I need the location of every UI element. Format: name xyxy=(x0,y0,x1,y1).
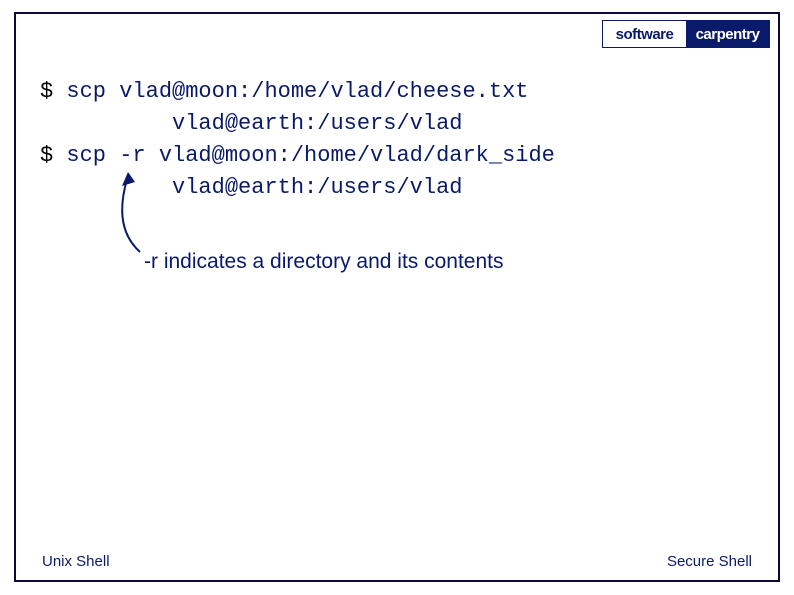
slide-frame: software carpentry $ scp vlad@moon:/home… xyxy=(14,12,780,582)
command-line-2: vlad@earth:/users/vlad xyxy=(40,108,740,140)
annotation-text: -r indicates a directory and its content… xyxy=(144,250,504,274)
logo-left-text: software xyxy=(603,21,686,47)
command-line-3: $ scp -r vlad@moon:/home/vlad/dark_side xyxy=(40,140,740,172)
logo-right-text: carpentry xyxy=(686,21,769,47)
prompt-1: $ xyxy=(40,79,53,104)
cmd-1: scp vlad@moon:/home/vlad/cheese.txt xyxy=(53,79,528,104)
command-line-1: $ scp vlad@moon:/home/vlad/cheese.txt xyxy=(40,76,740,108)
cmd-2: vlad@earth:/users/vlad xyxy=(40,111,462,136)
prompt-2: $ xyxy=(40,143,53,168)
footer-right: Secure Shell xyxy=(667,553,752,570)
logo: software carpentry xyxy=(602,20,770,48)
cmd-3: scp -r vlad@moon:/home/vlad/dark_side xyxy=(53,143,555,168)
footer-left: Unix Shell xyxy=(42,553,110,570)
arrow-icon xyxy=(104,172,164,262)
